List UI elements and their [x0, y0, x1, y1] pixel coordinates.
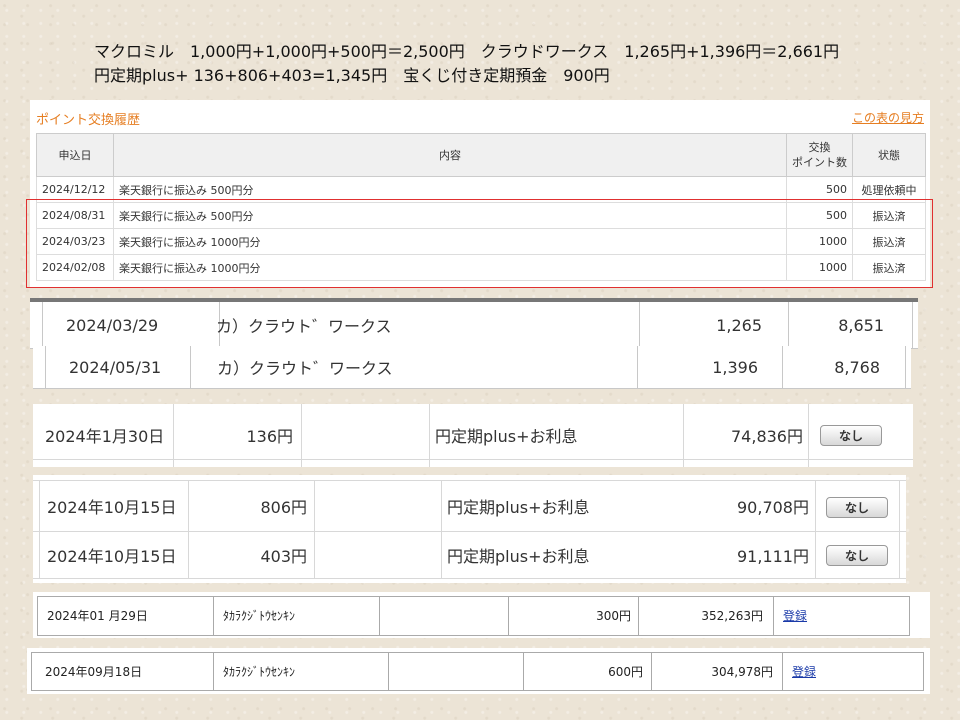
- yen-amount: 136円: [246, 427, 293, 446]
- header-points-line1: 交換: [808, 141, 831, 154]
- yen-date: 2024年10月15日: [47, 498, 177, 517]
- row-status: 振込済: [852, 228, 926, 255]
- cw-date: 2024/03/29: [66, 315, 159, 335]
- yen-date: 2024年10月15日: [47, 547, 177, 566]
- row-points: 500: [786, 202, 853, 229]
- yen-desc: 円定期plus+お利息: [435, 427, 578, 446]
- row-date: 2024/03/23: [36, 228, 114, 255]
- cw-amount: 1,396: [712, 357, 758, 377]
- crowdworks-panel-2: 2024/05/31 カ）クラウト゛ワークス 1,396 8,768: [33, 346, 911, 389]
- row-content: 楽天銀行に振込み 500円分: [113, 176, 787, 203]
- register-link[interactable]: 登録: [792, 658, 816, 684]
- row-status: 振込済: [852, 202, 926, 229]
- row-status: 処理依頼中: [852, 176, 926, 203]
- lot-payer: ﾀｶﾗｸｼﾞﾄｳｾﾝｷﾝ: [223, 608, 296, 623]
- crowdworks-panel-1: 2024/03/29 カ）クラウト゛ワークス 1,265 8,651: [30, 298, 918, 349]
- yen-balance: 90,708円: [737, 498, 809, 517]
- row-content: 楽天銀行に振込み 500円分: [113, 202, 787, 229]
- point-exchange-panel: ポイント交換履歴 この表の見方 申込日 内容 交換 ポイント数 状態 2024/…: [30, 100, 930, 288]
- lot-balance: 352,263円: [701, 608, 763, 623]
- cw-date: 2024/05/31: [69, 357, 162, 377]
- table-row: 2024/08/31 楽天銀行に振込み 500円分 500 振込済: [36, 202, 926, 229]
- none-button[interactable]: なし: [826, 545, 888, 566]
- yen-date: 2024年1月30日: [45, 427, 165, 446]
- row-points: 1000: [786, 254, 853, 281]
- row-points: 500: [786, 176, 853, 203]
- lottery-panel-2: 2024年09月18日 ﾀｶﾗｸｼﾞﾄｳｾﾝｷﾝ 600円 304,978円 登…: [27, 648, 930, 694]
- table-row: 2024/12/12 楽天銀行に振込み 500円分 500 処理依頼中: [36, 176, 926, 203]
- table-help-link[interactable]: この表の見方: [852, 109, 924, 126]
- summary-text: マクロミル 1,000円+1,000円+500円＝2,500円 クラウドワークス…: [94, 40, 839, 88]
- point-exchange-title: ポイント交換履歴: [36, 113, 141, 128]
- lot-amount: 600円: [608, 664, 643, 679]
- header-content: 内容: [113, 133, 787, 177]
- yen-plus-panel-2: 2024年10月15日 806円 円定期plus+お利息 90,708円 なし …: [33, 475, 906, 583]
- none-button[interactable]: なし: [820, 425, 882, 446]
- row-content: 楽天銀行に振込み 1000円分: [113, 254, 787, 281]
- yen-plus-panel-1: 2024年1月30日 136円 円定期plus+お利息 74,836円 なし: [33, 404, 913, 467]
- header-points-line2: ポイント数: [792, 156, 847, 169]
- cw-balance: 8,768: [834, 357, 880, 377]
- register-link[interactable]: 登録: [783, 602, 807, 628]
- lot-date: 2024年01 月29日: [47, 608, 148, 623]
- cw-payer: カ）クラウト゛ワークス: [216, 317, 392, 336]
- row-date: 2024/12/12: [36, 176, 114, 203]
- header-date: 申込日: [36, 133, 114, 177]
- none-button[interactable]: なし: [826, 497, 888, 518]
- point-exchange-table: 申込日 内容 交換 ポイント数 状態 2024/12/12 楽天銀行に振込み 5…: [36, 133, 926, 281]
- table-header-row: 申込日 内容 交換 ポイント数 状態: [36, 133, 926, 177]
- lot-amount: 300円: [596, 608, 631, 623]
- row-points: 1000: [786, 228, 853, 255]
- header-points: 交換 ポイント数: [786, 133, 853, 177]
- cw-payer: カ）クラウト゛ワークス: [217, 359, 393, 378]
- lottery-panel-1: 2024年01 月29日 ﾀｶﾗｸｼﾞﾄｳｾﾝｷﾝ 300円 352,263円 …: [33, 592, 930, 638]
- yen-desc: 円定期plus+お利息: [447, 498, 590, 517]
- row-content: 楽天銀行に振込み 1000円分: [113, 228, 787, 255]
- yen-desc: 円定期plus+お利息: [447, 547, 590, 566]
- yen-balance: 91,111円: [737, 547, 809, 566]
- cw-amount: 1,265: [716, 315, 762, 335]
- header-status: 状態: [852, 133, 926, 177]
- lot-payer: ﾀｶﾗｸｼﾞﾄｳｾﾝｷﾝ: [223, 664, 296, 679]
- lot-date: 2024年09月18日: [45, 664, 143, 679]
- table-row: 2024/02/08 楽天銀行に振込み 1000円分 1000 振込済: [36, 254, 926, 281]
- cw-balance: 8,651: [838, 315, 884, 335]
- row-date: 2024/08/31: [36, 202, 114, 229]
- yen-amount: 403円: [260, 547, 307, 566]
- lot-balance: 304,978円: [711, 664, 773, 679]
- summary-line-2: 円定期plus+ 136+806+403=1,345円 宝くじ付き定期預金 90…: [94, 66, 610, 85]
- row-date: 2024/02/08: [36, 254, 114, 281]
- yen-amount: 806円: [260, 498, 307, 517]
- table-row: 2024/03/23 楽天銀行に振込み 1000円分 1000 振込済: [36, 228, 926, 255]
- yen-balance: 74,836円: [731, 427, 803, 446]
- row-status: 振込済: [852, 254, 926, 281]
- summary-line-1: マクロミル 1,000円+1,000円+500円＝2,500円 クラウドワークス…: [94, 42, 840, 61]
